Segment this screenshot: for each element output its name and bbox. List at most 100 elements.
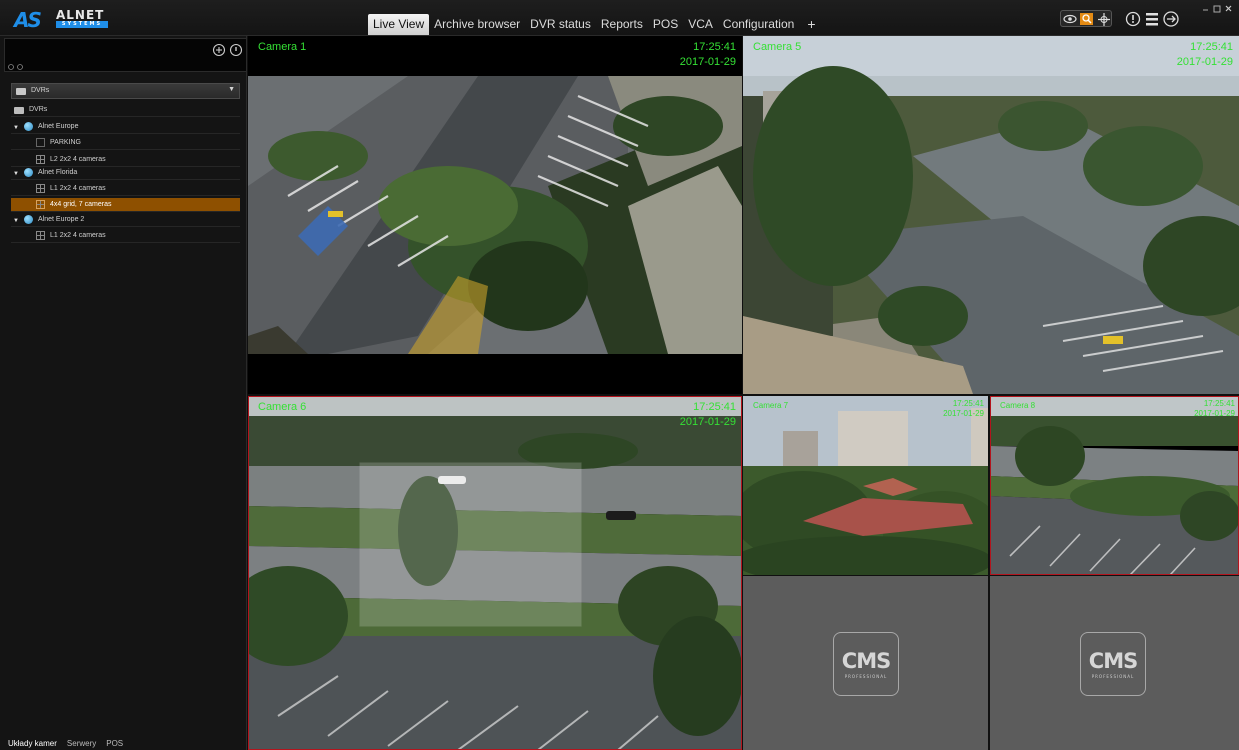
tab-configuration[interactable]: Configuration [718, 14, 799, 35]
close-icon[interactable] [1225, 5, 1232, 12]
tab-live-view[interactable]: Live View [368, 14, 430, 35]
tree-item-label: Alnet Europe [38, 123, 79, 130]
tree-item-label: L1 2x2 4 cameras [50, 232, 106, 239]
view-icon [36, 138, 45, 147]
add-small-icon[interactable] [8, 64, 14, 70]
tab-vca[interactable]: VCA [683, 14, 718, 35]
sidebar-toolbar [4, 38, 247, 72]
tree-item-alnet-florida[interactable]: ▼ Alnet Florida [11, 166, 240, 180]
camera-title: Camera 8 [1000, 401, 1036, 410]
dvr-select[interactable]: DVRs ▼ [11, 83, 240, 99]
server-globe-icon [24, 168, 33, 177]
grid-layout-icon [36, 231, 45, 240]
sidebar-bottom-tabs: Układy kamer Serwery POS [8, 736, 123, 750]
tree-item-4x4-grid[interactable]: 4x4 grid, 7 cameras [11, 198, 240, 212]
app-window: AS ALNET SYSTEMS Live View Archive brows… [0, 0, 1239, 750]
tree-item-label: Alnet Europe 2 [38, 216, 85, 223]
tree-item-parking[interactable]: PARKING [11, 136, 240, 150]
expand-caret-icon[interactable]: ▼ [13, 214, 19, 228]
server-globe-icon [24, 122, 33, 131]
camera-time: 17:25:41 [693, 41, 736, 53]
camera-time: 17:25:41 [1190, 41, 1233, 53]
tab-reports[interactable]: Reports [596, 14, 648, 35]
cms-logo: CMS PROFESSIONAL [1080, 632, 1146, 696]
tab-archive-browser[interactable]: Archive browser [429, 14, 525, 35]
camera-date: 2017-01-29 [1176, 56, 1233, 68]
info-icon[interactable] [1125, 11, 1141, 27]
dvr-select-label: DVRs [31, 87, 50, 94]
tree-item-alnet-europe-2[interactable]: ▼ Alnet Europe 2 [11, 213, 240, 227]
camera-8-video [990, 396, 1239, 575]
camera-5-video [743, 36, 1239, 394]
camera-timestamp: 17:25:41 2017-01-29 [680, 40, 736, 70]
camera-time: 17:25:41 [952, 399, 984, 408]
camera-timestamp: 17:25:41 2017-01-29 [680, 400, 736, 430]
camera-date: 2017-01-29 [943, 409, 984, 418]
camera-date: 2017-01-29 [1194, 409, 1235, 418]
grid-layout-icon [36, 184, 45, 193]
camera-timestamp: 17:25:41 2017-01-29 [1177, 40, 1233, 70]
top-bar: AS ALNET SYSTEMS Live View Archive brows… [0, 0, 1239, 36]
tab-dvr-status[interactable]: DVR status [525, 14, 596, 35]
camera-tile-7[interactable]: Camera 7 17:25:41 2017-01-29 [743, 396, 988, 575]
cms-logo-sub: PROFESSIONAL [1091, 674, 1135, 679]
camera-title: Camera 7 [753, 401, 789, 410]
tree-item-l1-2x2-europe2[interactable]: L1 2x2 4 cameras [11, 229, 240, 243]
add-icon[interactable] [212, 43, 226, 57]
camera-1-video [248, 36, 742, 394]
sidebar-info-icon[interactable] [229, 43, 243, 57]
tree-item-label: DVRs [29, 106, 48, 113]
camera-tile-5[interactable]: Camera 5 17:25:41 2017-01-29 [743, 36, 1239, 394]
logo-sub: SYSTEMS [56, 21, 108, 28]
camera-tile-6[interactable]: Camera 6 17:25:41 2017-01-29 [248, 396, 742, 750]
main-tabs: Live View Archive browser DVR status Rep… [368, 13, 824, 35]
dropdown-arrow-icon: ▼ [228, 86, 235, 93]
tab-servers[interactable]: Serwery [67, 739, 96, 748]
tab-sidebar-pos[interactable]: POS [106, 739, 123, 748]
tree-item-label: PARKING [50, 139, 81, 146]
empty-camera-slot[interactable]: CMS PROFESSIONAL [743, 576, 988, 750]
tree-item-label: 4x4 grid, 7 cameras [50, 201, 112, 208]
camera-tile-1[interactable]: Camera 1 17:25:41 2017-01-29 [248, 36, 742, 394]
restore-icon[interactable] [1213, 5, 1221, 13]
tree-item-dvrs[interactable]: DVRs [11, 103, 240, 117]
expand-caret-icon[interactable]: ▼ [13, 167, 19, 181]
camera-time: 17:25:41 [1203, 399, 1235, 408]
tree-item-l1-2x2-florida[interactable]: L1 2x2 4 cameras [11, 182, 240, 196]
grid-layout-icon [36, 155, 45, 164]
camera-7-video [743, 396, 988, 575]
camera-timestamp: 17:25:41 2017-01-29 [1194, 399, 1235, 419]
tab-pos[interactable]: POS [648, 14, 683, 35]
logo-mark: AS [14, 8, 42, 32]
add-tab-button[interactable]: + [799, 16, 823, 35]
camera-title: Camera 5 [753, 41, 802, 53]
search-icon[interactable] [1080, 13, 1093, 25]
cms-logo-text: CMS [1088, 649, 1138, 673]
sidebar: DVRs ▼ DVRs ▼ Alnet Europe PARKING L2 2x… [0, 36, 247, 750]
tree-item-alnet-europe[interactable]: ▼ Alnet Europe [11, 120, 240, 134]
expand-caret-icon[interactable]: ▼ [13, 121, 19, 135]
empty-camera-slot[interactable]: CMS PROFESSIONAL [990, 576, 1239, 750]
camera-date: 2017-01-29 [679, 56, 736, 68]
camera-timestamp: 17:25:41 2017-01-29 [943, 399, 984, 419]
server-globe-icon [24, 215, 33, 224]
camera-title: Camera 6 [258, 401, 307, 413]
tree-item-l2-2x2[interactable]: L2 2x2 4 cameras [11, 153, 240, 167]
cms-logo: CMS PROFESSIONAL [833, 632, 899, 696]
tab-camera-layouts[interactable]: Układy kamer [8, 739, 57, 748]
folder-icon [16, 88, 26, 95]
motion-zone-overlay [359, 462, 582, 627]
tree-item-label: L1 2x2 4 cameras [50, 185, 106, 192]
close-small-icon[interactable] [17, 64, 23, 70]
camera-time: 17:25:41 [693, 401, 736, 413]
camera-tile-8[interactable]: Camera 8 17:25:41 2017-01-29 [990, 396, 1239, 575]
cms-logo-text: CMS [841, 649, 891, 673]
menu-icon[interactable] [1146, 13, 1158, 26]
crosshair-icon[interactable] [1098, 13, 1110, 26]
eye-icon[interactable] [1063, 14, 1077, 24]
exit-icon[interactable] [1163, 11, 1179, 27]
camera-date: 2017-01-29 [679, 416, 736, 428]
camera-6-video [248, 396, 742, 750]
folder-icon [14, 107, 24, 114]
tree-item-label: Alnet Florida [38, 169, 78, 176]
